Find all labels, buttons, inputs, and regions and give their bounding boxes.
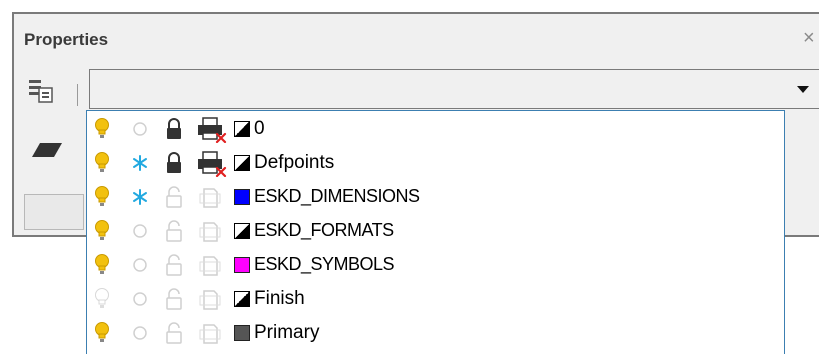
printer-icon[interactable] — [197, 321, 227, 347]
snowflake-icon[interactable] — [131, 154, 149, 172]
printer-icon[interactable] — [197, 185, 227, 211]
printer-icon[interactable] — [197, 219, 227, 245]
lock-icon[interactable] — [165, 118, 183, 140]
lock-icon[interactable] — [165, 152, 183, 174]
bulb-on-icon[interactable] — [94, 254, 110, 276]
close-icon[interactable]: × — [803, 28, 815, 48]
layer-name: Finish — [254, 288, 305, 309]
sun-icon[interactable] — [131, 256, 149, 274]
bulb-on-icon[interactable] — [94, 220, 110, 242]
layer-dropdown-combo[interactable] — [89, 69, 819, 109]
snowflake-icon[interactable] — [131, 188, 149, 206]
layer-row[interactable]: Finish — [87, 281, 784, 317]
layer-color-swatch[interactable] — [234, 223, 250, 239]
layer-name: ESKD_SYMBOLS — [254, 254, 395, 274]
layer-color-swatch[interactable] — [234, 257, 250, 273]
toolbar-separator — [77, 84, 78, 106]
layer-name: ESKD_DIMENSIONS — [254, 186, 420, 206]
sun-icon[interactable] — [131, 324, 149, 342]
layer-name: 0 — [254, 118, 265, 139]
unlock-icon[interactable] — [165, 220, 183, 242]
printer-icon[interactable] — [197, 287, 227, 313]
layer-row[interactable]: Defpoints — [87, 145, 784, 181]
layer-row[interactable]: ESKD_FORMATS — [87, 213, 784, 249]
panel-title: Properties — [24, 30, 109, 49]
unlock-icon[interactable] — [165, 322, 183, 344]
bulb-on-icon[interactable] — [94, 118, 110, 140]
layer-row[interactable]: ESKD_SYMBOLS — [87, 247, 784, 283]
unlock-icon[interactable] — [165, 288, 183, 310]
printer-disabled-icon[interactable] — [197, 117, 227, 143]
bulb-on-icon[interactable] — [94, 152, 110, 174]
layer-list-dropdown[interactable]: 0 Defpoints ESKD_DIMENSIONS ESKD_FORMATS ESK… — [86, 110, 785, 354]
layer-row[interactable]: Primary — [87, 315, 784, 351]
layer-name: ESKD_FORMATS — [254, 220, 394, 240]
property-field[interactable] — [24, 194, 84, 230]
layer-row[interactable]: ESKD_DIMENSIONS — [87, 179, 784, 215]
printer-disabled-icon[interactable] — [197, 151, 227, 177]
layer-color-swatch[interactable] — [234, 189, 250, 205]
bulb-off-icon[interactable] — [94, 288, 110, 310]
sun-icon[interactable] — [131, 120, 149, 138]
layer-color-swatch[interactable] — [234, 291, 250, 307]
bulb-on-icon[interactable] — [94, 322, 110, 344]
layer-properties-icon[interactable] — [28, 78, 54, 104]
layer-color-swatch[interactable] — [234, 155, 250, 171]
layer-color-swatch[interactable] — [234, 325, 250, 341]
layer-shape-icon — [32, 143, 62, 157]
chevron-down-icon[interactable] — [786, 70, 819, 108]
layer-name: Primary — [254, 322, 320, 343]
printer-icon[interactable] — [197, 253, 227, 279]
layer-row[interactable]: 0 — [87, 111, 784, 147]
sun-icon[interactable] — [131, 290, 149, 308]
sun-icon[interactable] — [131, 222, 149, 240]
unlock-icon[interactable] — [165, 254, 183, 276]
bulb-on-icon[interactable] — [94, 186, 110, 208]
unlock-icon[interactable] — [165, 186, 183, 208]
layer-color-swatch[interactable] — [234, 121, 250, 137]
layer-name: Defpoints — [254, 152, 335, 173]
